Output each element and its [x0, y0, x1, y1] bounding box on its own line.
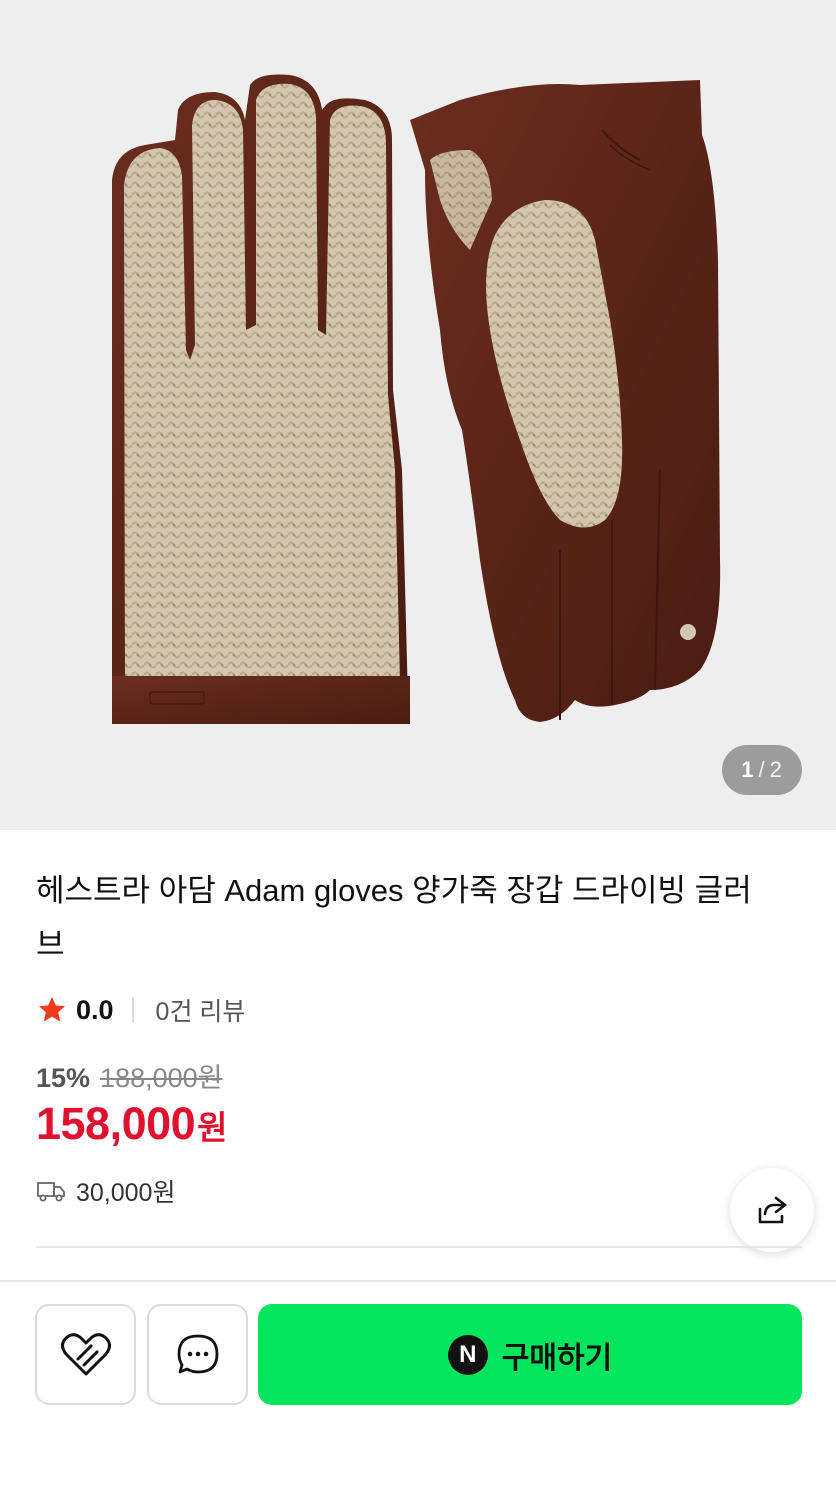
bottom-bar-divider — [0, 1280, 836, 1282]
rating-row[interactable]: 0.0 0건 리뷰 — [36, 990, 245, 1030]
image-page-indicator: 1 / 2 — [722, 745, 802, 795]
share-icon — [758, 1196, 787, 1224]
original-price: 188,000원 — [100, 1063, 223, 1093]
heart-icon — [60, 1332, 111, 1375]
sale-price-unit: 원 — [197, 1109, 228, 1146]
shipping-row: 30,000원 — [36, 1174, 175, 1208]
current-page: 1 — [741, 757, 755, 782]
rating-value: 0.0 — [76, 994, 114, 1025]
wishlist-button[interactable] — [35, 1304, 136, 1405]
naver-n-icon: N — [447, 1334, 488, 1375]
star-icon — [38, 996, 66, 1022]
product-title: 헤스트라 아담 Adam gloves 양가죽 장갑 드라이빙 글러브 — [36, 873, 752, 962]
product-image — [112, 74, 721, 724]
sale-price-row: 158,000 원 — [36, 1098, 228, 1150]
review-count[interactable]: 0건 리뷰 — [156, 992, 246, 1028]
section-divider — [36, 1246, 802, 1248]
shipping-fee: 30,000원 — [76, 1179, 176, 1207]
share-button[interactable] — [730, 1168, 814, 1252]
chat-bubble-icon — [177, 1334, 218, 1373]
right-glove — [410, 80, 721, 722]
page-separator: / — [758, 757, 766, 782]
discount-rate: 15% — [36, 1063, 91, 1093]
buy-button[interactable]: N 구매하기 — [258, 1304, 802, 1405]
total-pages: 2 — [769, 757, 783, 782]
discount-row: 15% 188,000원 — [36, 1056, 223, 1095]
buy-button-label: 구매하기 — [501, 1341, 613, 1375]
left-glove — [112, 74, 410, 724]
talk-button[interactable] — [147, 1304, 248, 1405]
rating-divider — [131, 997, 134, 1023]
product-image-gallery[interactable]: 1 / 2 — [0, 0, 836, 830]
sale-price: 158,000 — [36, 1098, 196, 1149]
truck-icon — [37, 1182, 65, 1202]
